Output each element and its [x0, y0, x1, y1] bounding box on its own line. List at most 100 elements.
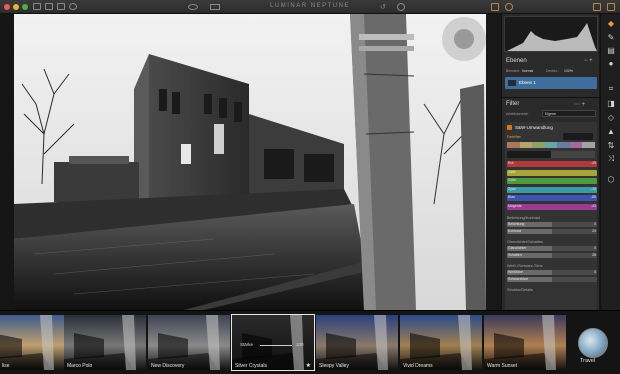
preset-preview	[148, 315, 220, 370]
preset-thumbnail[interactable]: Marco Polo	[64, 315, 146, 370]
opacity-value[interactable]: 100%	[564, 69, 573, 73]
circle-icon[interactable]: ●	[606, 58, 616, 68]
app-title: LUMINAR NEPTUNE	[270, 3, 350, 9]
erweitert-button[interactable]: Erweitert	[563, 133, 593, 147]
preset-thumbnail[interactable]: Sleepy Valley	[316, 315, 398, 370]
history-icon[interactable]: ⬡	[606, 174, 616, 184]
color-swatches[interactable]	[507, 142, 596, 148]
slider-label: Schwarztöne	[508, 277, 529, 281]
slider-gelb[interactable]: Gelb	[507, 169, 597, 176]
slider-label: Schatten	[508, 253, 522, 257]
export-icon[interactable]	[491, 3, 499, 11]
layer-item[interactable]: Ebene 1	[505, 77, 597, 89]
slider-value: -45	[590, 161, 596, 165]
filter-tools-button[interactable]: ⋯ +	[574, 101, 585, 108]
category-label: Travel	[580, 358, 596, 364]
photo-image	[14, 14, 486, 310]
histogram	[504, 16, 598, 52]
panel-toggle-icon[interactable]	[593, 3, 601, 11]
slider-schwarzt-ne[interactable]: Schwarztöne	[507, 277, 597, 282]
preset-name: New Discovery	[151, 363, 185, 369]
slider-label: Zyan	[508, 186, 516, 191]
blend-mode-select[interactable]: Normal	[522, 69, 533, 73]
slider-value: -43	[590, 203, 596, 208]
slider-kontrast[interactable]: Kontrast 24	[507, 229, 597, 234]
slider-label: Kontrast	[508, 229, 522, 233]
slider-value: 0	[594, 222, 596, 226]
slider-label: Glanzlichter	[508, 246, 527, 250]
strength-track[interactable]	[260, 345, 292, 346]
tab-saettigung[interactable]: Sättigung	[551, 151, 595, 165]
preset-preview	[484, 315, 556, 370]
slider-belichtung[interactable]: Belichtung 0	[507, 222, 597, 227]
blend-label: Blenden:	[506, 69, 520, 73]
slider-glanzlichter[interactable]: Glanzlichter 0	[507, 246, 597, 251]
preset-name: Sleepy Valley	[319, 363, 349, 369]
shuffle-icon[interactable]: ⤨	[606, 154, 616, 164]
slider-label: Magenta	[508, 203, 522, 208]
slider-blau[interactable]: Blau -88	[507, 195, 597, 201]
slider-value: -14	[590, 186, 596, 191]
preset-name: lise	[2, 363, 10, 369]
title-bar: LUMINAR NEPTUNE ↺	[0, 0, 620, 14]
section-more: Struktur/Details	[507, 288, 533, 292]
channel-sliders: Rot -45 Gelb Grün Zyan -14 Blau -88 Magenta -43	[503, 161, 599, 213]
preset-thumbnail[interactable]: Warm Sunset	[484, 315, 566, 370]
workspace-select[interactable]: Eigene	[542, 110, 596, 117]
slider-label: Grün	[508, 178, 516, 182]
flip-icon[interactable]: ⇅	[606, 140, 616, 150]
glow-sliders: Glanzlichter 0 Schatten 28	[503, 246, 599, 262]
photo-canvas[interactable]	[14, 14, 486, 310]
slider-label: Belichtung	[508, 222, 525, 226]
slider-value: 0	[594, 246, 596, 250]
slider-rot[interactable]: Rot -45	[507, 161, 597, 167]
slider-magenta[interactable]: Magenta -43	[507, 203, 597, 210]
preset-thumbnail[interactable]: Vivid Dreams	[400, 315, 482, 370]
white-sliders: Weißtöne 0 Schwarztöne	[503, 270, 599, 286]
bw-filter-card: S&W-Umwandlung Farbfilter Erweitert Lumi…	[505, 122, 597, 310]
slider-zyan[interactable]: Zyan -14	[507, 186, 597, 193]
erase-icon[interactable]: ◇	[606, 112, 616, 122]
farbfilter-label: Farbfilter	[507, 135, 521, 139]
filter-enable-toggle[interactable]	[507, 125, 512, 130]
tool-bar: ◆ ✎ ▤ ● ⌗ ◨ ◇ ▲ ⇅ ⤨ ⬡	[600, 14, 620, 310]
slider-schatten[interactable]: Schatten 28	[507, 253, 597, 258]
brightness-sliders: Belichtung 0 Kontrast 24	[503, 222, 599, 238]
clone-icon[interactable]: ▲	[606, 126, 616, 136]
preset-thumbnail[interactable]: lise	[0, 315, 64, 370]
preset-preview	[0, 315, 54, 370]
preset-thumbnail[interactable]: New Discovery	[148, 315, 230, 370]
layers-header: Ebenen	[506, 58, 527, 64]
preset-thumbnail[interactable]: Silver Crystals Stärke 100 ★	[231, 314, 315, 371]
palette-icon[interactable]: ▤	[606, 45, 616, 55]
left-margin	[0, 14, 14, 310]
transform-icon[interactable]: ◨	[606, 98, 616, 108]
slider-label: Weißtöne	[508, 270, 523, 274]
preset-strength-slider[interactable]: Stärke 100	[238, 342, 308, 349]
layers-icon[interactable]: ◆	[606, 18, 616, 28]
category-travel-icon[interactable]	[578, 328, 608, 358]
preset-name: Marco Polo	[67, 363, 93, 369]
opacity-label: Deckkr.:	[546, 69, 559, 73]
slider-label: Gelb	[508, 169, 516, 174]
settings-icon[interactable]	[397, 3, 405, 11]
preset-name: Warm Sunset	[487, 363, 518, 369]
section-brightness: Belichtung/Kontrast	[507, 216, 540, 220]
section-glow: Glanzlichter/Schatten	[507, 240, 544, 244]
slider-value: 0	[594, 270, 596, 274]
slider-wei-t-ne[interactable]: Weißtöne 0	[507, 270, 597, 275]
slider-value: -88	[590, 195, 596, 199]
layer-thumbnail	[508, 80, 516, 86]
crop-icon[interactable]: ⌗	[606, 84, 616, 94]
slider-gr-n[interactable]: Grün	[507, 178, 597, 184]
undo-icon[interactable]: ↺	[380, 3, 386, 11]
tab-luminanz[interactable]: Luminanz	[507, 151, 551, 165]
filter-header: Filter	[506, 101, 520, 107]
layers-add-button[interactable]: − +	[584, 58, 593, 64]
share-icon[interactable]	[505, 3, 513, 11]
slider-value: 24	[592, 229, 596, 233]
slider-label: Rot	[508, 161, 514, 165]
brush-icon[interactable]: ✎	[606, 32, 616, 42]
favorite-star-icon[interactable]: ★	[306, 362, 311, 369]
filmstrip-toggle-icon[interactable]	[607, 3, 615, 11]
